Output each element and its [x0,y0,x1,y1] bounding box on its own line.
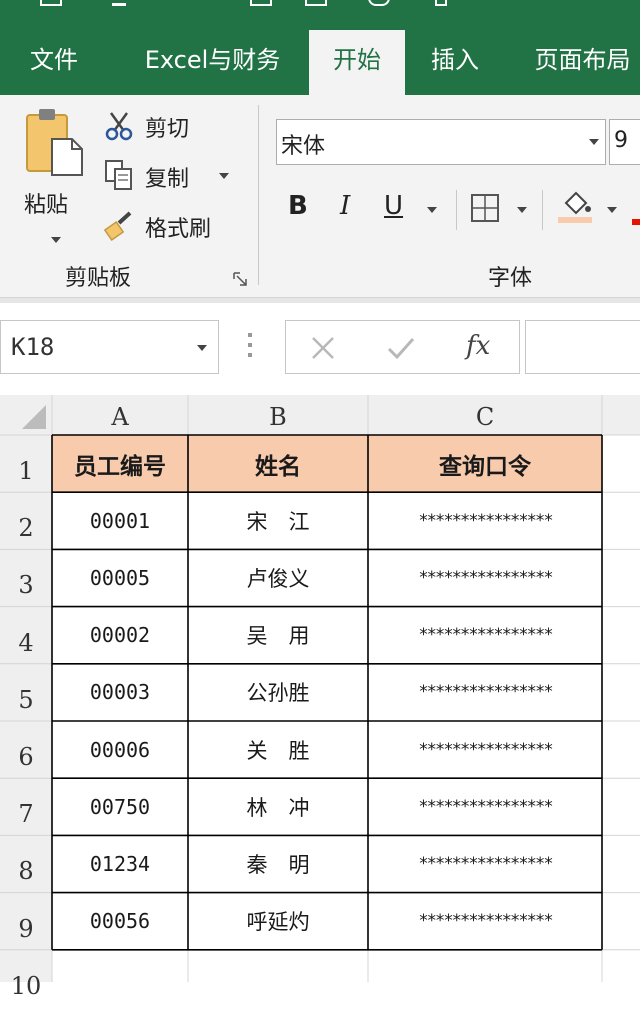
ribbon: 粘贴 剪切 复制 格式刷 剪贴板 宋体 9 B I U 字体 [0,95,640,297]
table-cell[interactable]: 卢俊义 [188,549,368,606]
table-cell[interactable]: 01234 [52,835,188,892]
table-cell[interactable]: 00005 [52,549,188,606]
table-cell[interactable]: **************** [368,607,602,664]
new-file-icon[interactable] [250,0,272,6]
chevron-down-icon[interactable] [197,345,207,351]
paste-label: 粘贴 [24,193,69,218]
table-cell[interactable]: 秦 明 [188,835,368,892]
column-header-a[interactable]: A [52,395,188,435]
clipboard-group-title: 剪贴板 [65,266,132,291]
table-cell[interactable]: **************** [368,664,602,721]
row-header-8[interactable]: 8 [0,835,52,892]
tab-insert[interactable]: 插入 [405,30,505,95]
column-header-c[interactable]: C [368,395,602,435]
customize-icon[interactable] [435,0,447,6]
header-cell[interactable]: 姓名 [188,435,368,492]
italic-button[interactable]: I [340,191,350,221]
table-cell[interactable]: 00003 [52,664,188,721]
paint-bucket-icon[interactable] [558,189,594,225]
column-header-b[interactable]: B [188,395,368,435]
title-bar: 文件 Excel与财务 开始 插入 页面布局 [0,0,640,95]
row-header-9[interactable]: 9 [0,893,52,950]
table-cell[interactable]: 宋 江 [188,492,368,549]
table-cell[interactable]: **************** [368,893,602,950]
tab-file[interactable]: 文件 [0,30,108,95]
format-painter-button[interactable]: 格式刷 [103,207,238,243]
cut-button[interactable]: 剪切 [103,107,223,143]
open-file-icon[interactable] [305,0,327,6]
row-header-7[interactable]: 7 [0,778,52,835]
toolbar-separator [456,190,457,230]
table-cell[interactable]: 公孙胜 [188,664,368,721]
row-header-1[interactable]: 1 [0,435,52,492]
name-box-value: K18 [11,333,55,361]
table-cell[interactable]: **************** [368,721,602,778]
table-cell[interactable]: **************** [368,549,602,606]
fill-dropdown-icon[interactable] [607,207,617,213]
header-cell[interactable]: 员工编号 [52,435,188,492]
bold-button[interactable]: B [288,191,308,221]
close-icon[interactable] [310,335,336,361]
table-cell[interactable]: 00750 [52,778,188,835]
table-cell[interactable]: 关 胜 [188,721,368,778]
paste-dropdown-icon[interactable] [51,237,61,243]
table-cell[interactable]: 00056 [52,893,188,950]
table-cell[interactable]: **************** [368,492,602,549]
tab-page-layout[interactable]: 页面布局 [515,30,640,95]
row-header-6[interactable]: 6 [0,721,52,778]
copy-icon [105,160,132,190]
row-header-3[interactable]: 3 [0,549,52,606]
font-size-select[interactable]: 9 [609,119,640,165]
row-header-5[interactable]: 5 [0,664,52,721]
format-painter-label: 格式刷 [145,217,212,242]
table-cell[interactable]: 林 冲 [188,778,368,835]
table-cell[interactable]: 00001 [52,492,188,549]
clipboard-icon [26,109,83,176]
font-name-value: 宋体 [281,134,326,159]
row-header-2[interactable]: 2 [0,492,52,549]
copy-button[interactable]: 复制 [103,157,238,193]
row-header-10[interactable]: 10 [0,950,52,1007]
dialog-launcher-icon[interactable] [232,271,248,287]
font-color-icon[interactable] [632,219,640,225]
font-size-value: 9 [614,128,628,153]
font-group-title: 字体 [488,266,533,291]
worksheet-grid: A B C 1 2 3 4 5 6 7 8 9 10 员工编号 姓名 查询口令 00001 宋 江 ********… [0,395,640,1000]
paintbrush-icon [103,211,132,241]
paste-button[interactable]: 粘贴 [18,105,90,245]
borders-dropdown-icon[interactable] [517,207,527,213]
table-cell[interactable]: 00002 [52,607,188,664]
save-icon[interactable] [40,0,62,6]
copy-dropdown-icon[interactable] [219,173,229,179]
tab-home[interactable]: 开始 [309,30,405,95]
scissors-icon [105,112,133,141]
table-cell[interactable]: **************** [368,835,602,892]
undo-icon[interactable] [112,0,126,6]
name-box[interactable]: K18 [0,320,219,374]
underline-button[interactable]: U [384,191,403,221]
formula-bar-grip-icon[interactable] [248,333,252,363]
font-name-select[interactable]: 宋体 [276,119,606,165]
row-header-4[interactable]: 4 [0,607,52,664]
table-cell[interactable]: **************** [368,778,602,835]
table-cell[interactable]: 00006 [52,721,188,778]
borders-icon[interactable] [470,193,500,223]
formula-bar: K18 fx [0,303,640,395]
toolbar-separator [542,190,543,230]
table-cell[interactable]: 呼延灼 [188,893,368,950]
header-cell[interactable]: 查询口令 [368,435,602,492]
insert-function-button[interactable]: fx [466,331,490,361]
tab-excel-finance[interactable]: Excel与财务 [120,30,305,95]
underline-dropdown-icon[interactable] [427,207,437,213]
group-separator [258,105,259,285]
cut-label: 剪切 [145,117,190,142]
table-cell[interactable]: 吴 用 [188,607,368,664]
chevron-down-icon [589,139,599,145]
formula-input[interactable] [525,320,640,374]
formula-buttons: fx [285,320,520,374]
copy-label: 复制 [145,167,190,192]
check-icon[interactable] [386,335,416,361]
print-preview-icon[interactable] [368,0,390,6]
